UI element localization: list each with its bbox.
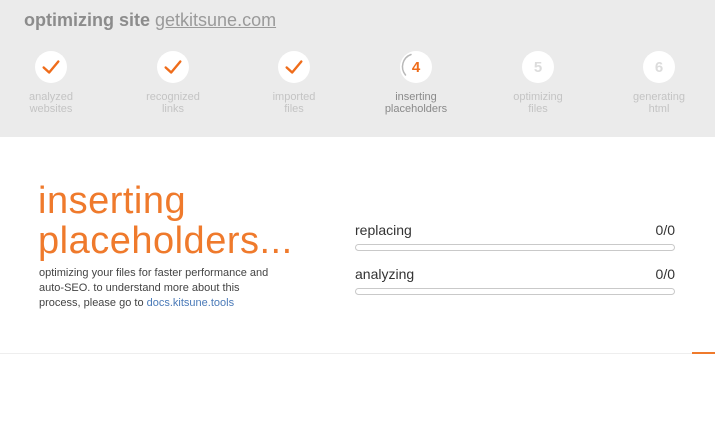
step-number: 5 — [533, 58, 543, 76]
check-icon — [285, 60, 303, 74]
step-imported-files: imported files — [249, 51, 339, 115]
page-title: inserting placeholders... — [38, 180, 293, 262]
step-label: analyzed websites — [28, 91, 74, 115]
check-icon — [164, 60, 182, 74]
step-label: recognized links — [146, 91, 200, 115]
description-text: optimizing your files for faster perform… — [39, 267, 269, 309]
spinner-ring-icon — [401, 53, 412, 76]
step-circle — [157, 51, 189, 83]
step-optimizing-files: 5 optimizing files — [493, 51, 583, 115]
site-title-prefix: optimizing site — [24, 10, 150, 30]
step-label: inserting placeholders — [384, 91, 448, 115]
progress-replacing: replacing 0/0 — [355, 222, 675, 251]
step-circle — [278, 51, 310, 83]
accent-line — [692, 352, 715, 354]
step-inserting-placeholders: 4 inserting placeholders — [371, 51, 461, 115]
progress-header: optimizing site getkitsune.com analyzed w… — [0, 0, 715, 137]
site-title: optimizing site getkitsune.com — [24, 10, 276, 31]
step-number: 6 — [654, 58, 664, 76]
step-circle — [35, 51, 67, 83]
progress-count: 0/0 — [655, 222, 675, 238]
step-circle: 6 — [643, 51, 675, 83]
step-analyzed-websites: analyzed websites — [6, 51, 96, 115]
step-recognized-links: recognized links — [128, 51, 218, 115]
progress-label: analyzing — [355, 266, 415, 282]
site-domain-link[interactable]: getkitsune.com — [155, 10, 276, 30]
progress-bar — [355, 288, 675, 295]
check-icon — [42, 60, 60, 74]
step-label: generating html — [633, 91, 685, 115]
progress-count: 0/0 — [655, 266, 675, 282]
step-circle: 5 — [522, 51, 554, 83]
step-generating-html: 6 generating html — [614, 51, 704, 115]
step-circle-active: 4 — [400, 51, 432, 83]
progress-analyzing: analyzing 0/0 — [355, 266, 675, 295]
step-label: imported files — [272, 91, 316, 115]
progress-label: replacing — [355, 222, 412, 238]
progress-bar — [355, 244, 675, 251]
section-divider — [0, 353, 715, 354]
docs-link[interactable]: docs.kitsune.tools — [147, 297, 234, 309]
step-label: optimizing files — [513, 91, 563, 115]
